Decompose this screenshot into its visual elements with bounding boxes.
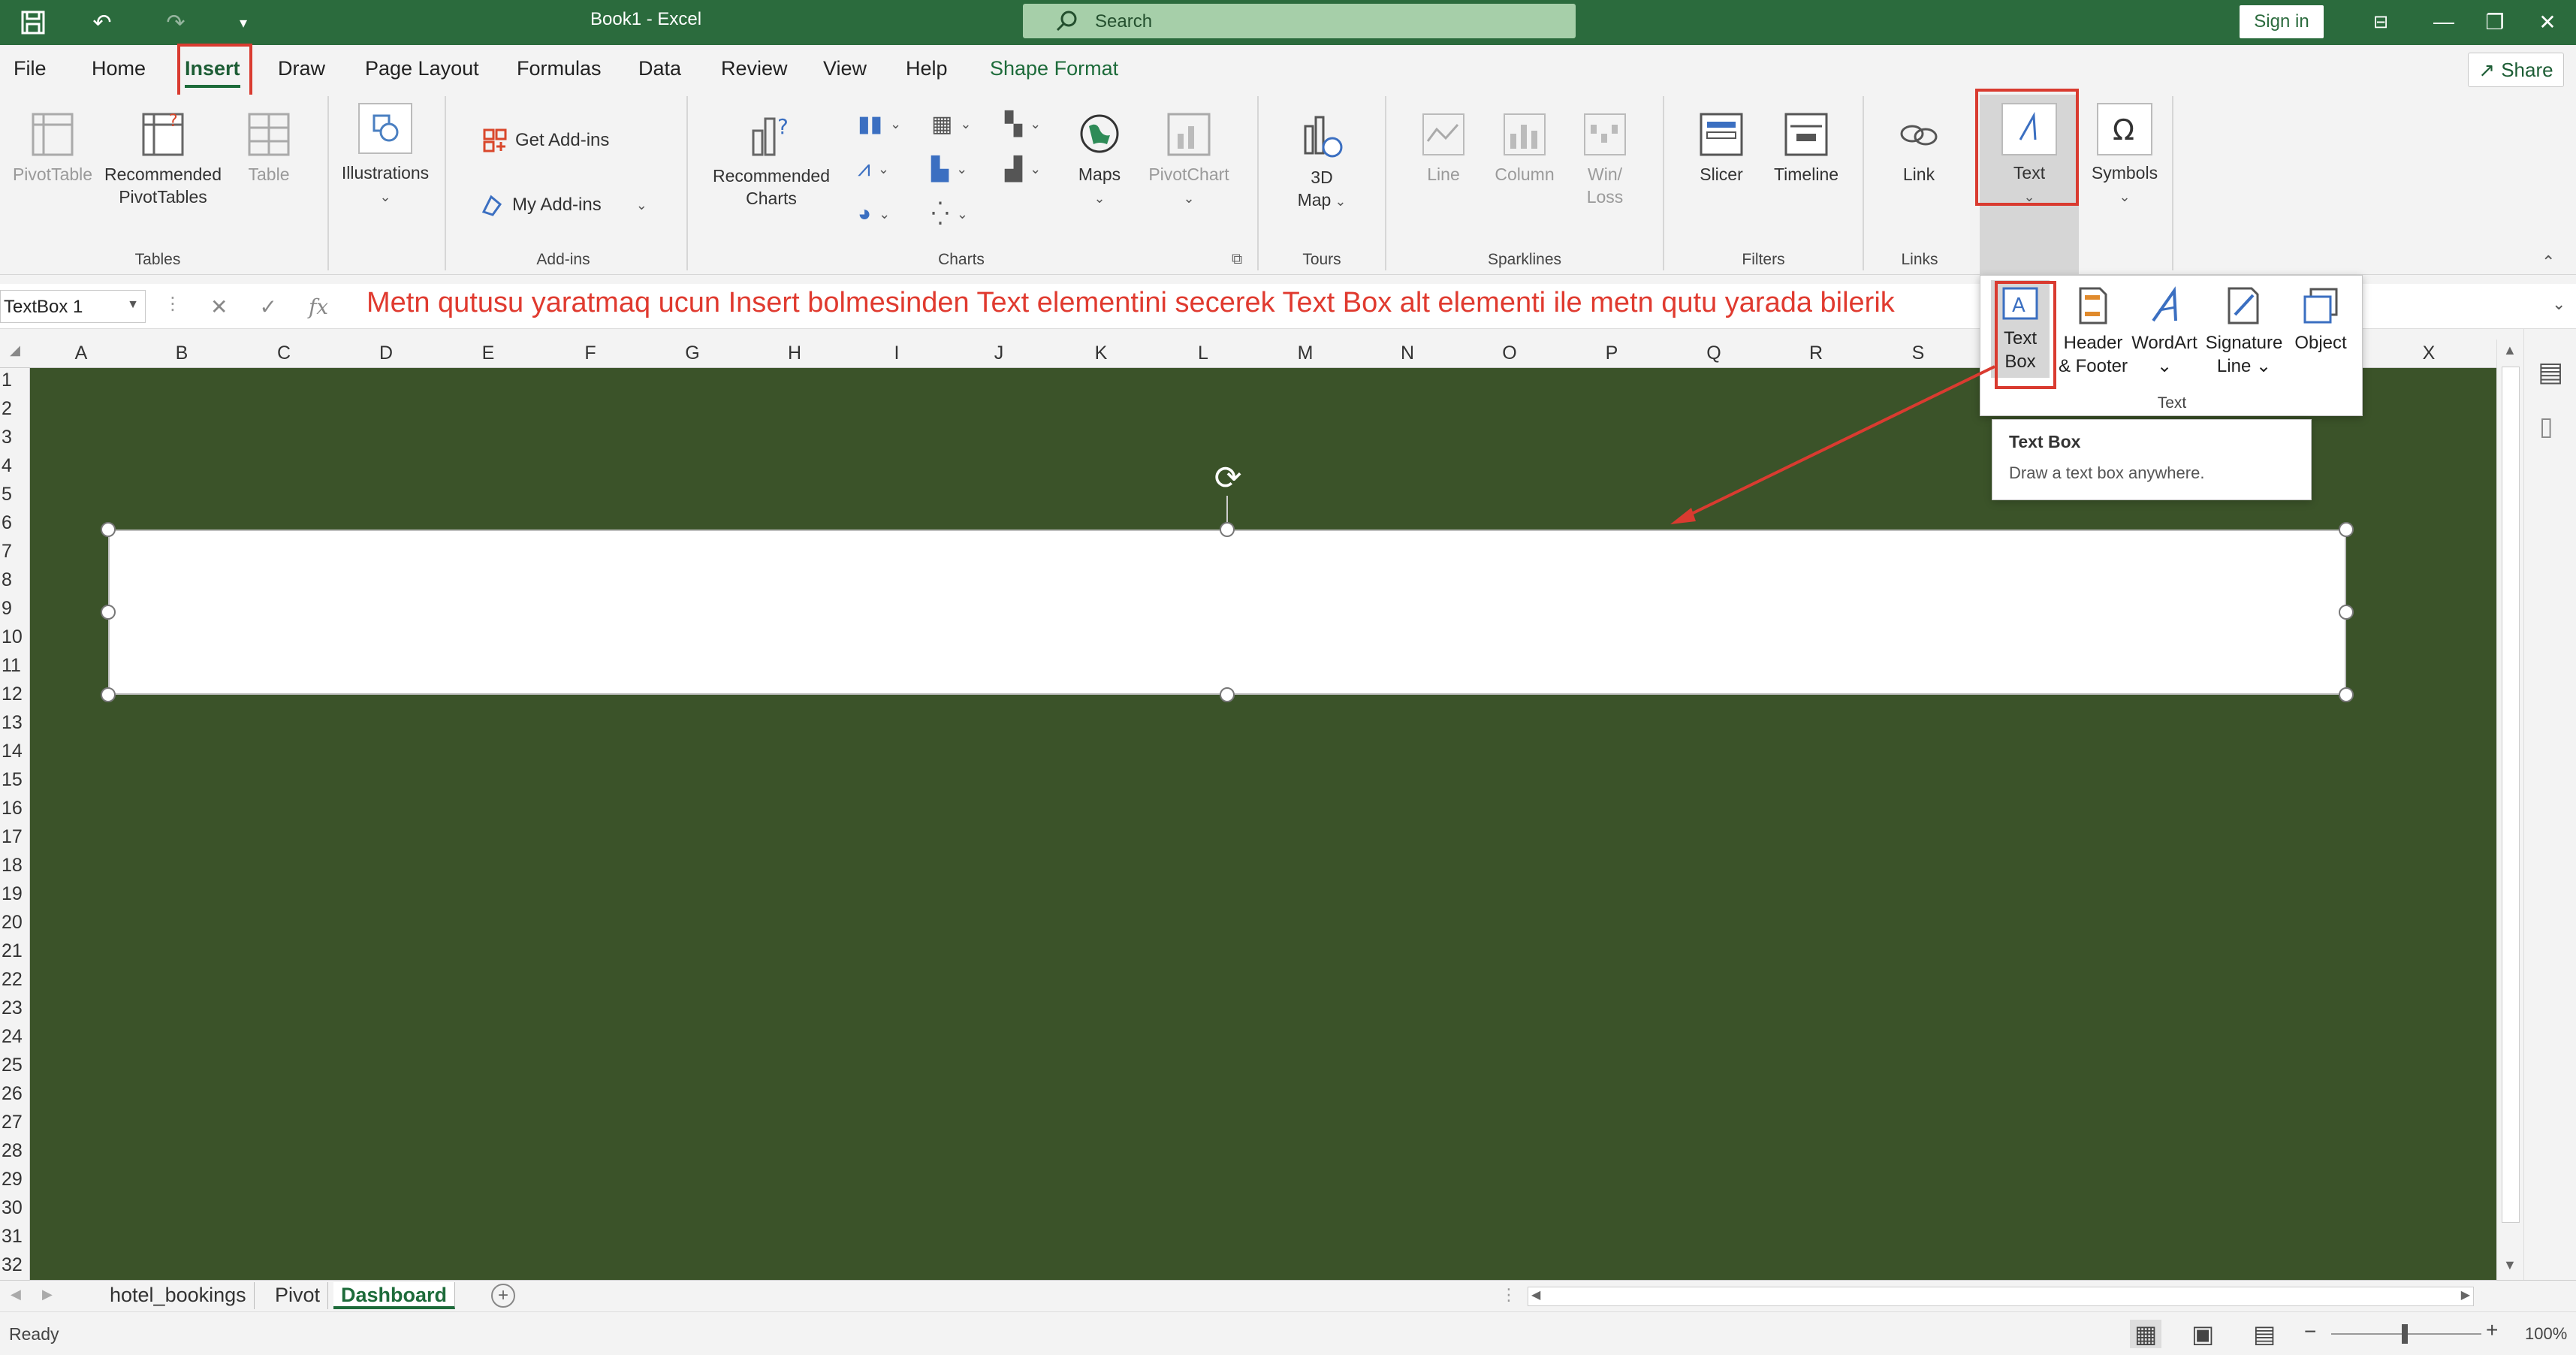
zoom-out-icon[interactable]: − (2304, 1320, 2316, 1344)
zoom-slider-thumb[interactable] (2402, 1324, 2408, 1344)
zoom-level[interactable]: 100% (2525, 1324, 2567, 1344)
horizontal-scrollbar[interactable]: ◀ ▶ (1528, 1287, 2474, 1306)
annotation-arrow (1670, 365, 1995, 524)
sheet-tab-bar: ◀ ▶ hotel_bookings Pivot Dashboard + ⋮ ◀… (0, 1280, 2576, 1311)
status-bar: Ready ▦ ▣ ▤ − + 100% (0, 1311, 2576, 1355)
page-layout-view-icon[interactable]: ▣ (2191, 1320, 2214, 1348)
sheet-tab-dashboard[interactable]: Dashboard (333, 1282, 456, 1309)
add-sheet-icon[interactable]: + (491, 1284, 515, 1308)
scroll-left-icon[interactable]: ◀ (1531, 1287, 1540, 1302)
page-break-view-icon[interactable]: ▤ (2253, 1320, 2276, 1348)
zoom-in-icon[interactable]: + (2486, 1318, 2498, 1342)
sheet-tab-pivot[interactable]: Pivot (267, 1282, 329, 1309)
next-sheet-icon[interactable]: ▶ (42, 1287, 53, 1302)
normal-view-icon[interactable]: ▦ (2130, 1320, 2162, 1348)
sheet-tab-hotel-bookings[interactable]: hotel_bookings (102, 1282, 255, 1309)
status-text: Ready (9, 1324, 59, 1344)
scroll-right-icon[interactable]: ▶ (2461, 1287, 2470, 1302)
prev-sheet-icon[interactable]: ◀ (11, 1287, 21, 1302)
tab-split-grip-icon[interactable]: ⋮ (1501, 1285, 1517, 1305)
